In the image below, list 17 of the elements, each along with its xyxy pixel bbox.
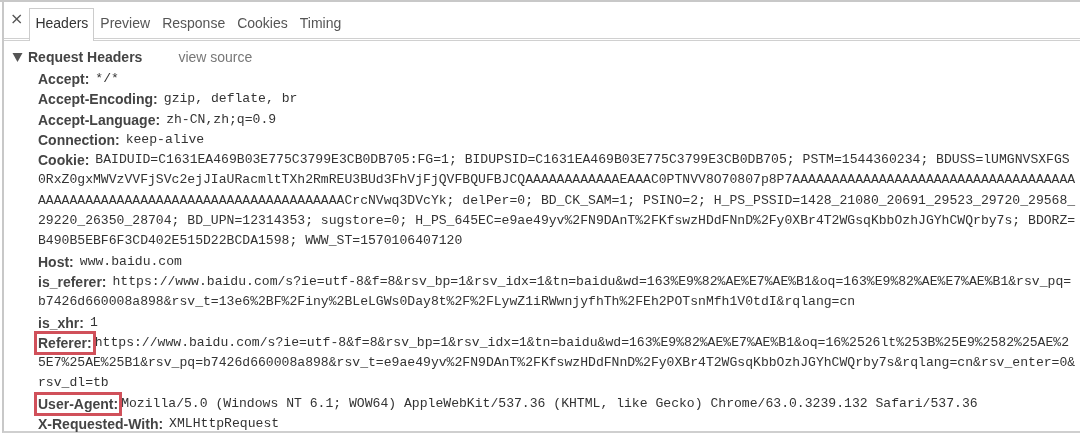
section-title: Request Headers [28, 49, 143, 65]
header-line: X-Requested-With: XMLHttpRequest [38, 415, 281, 435]
tab[interactable]: Timing [293, 8, 348, 38]
header-line: Accept-Language: zh-CN,zh;q=0.9 [38, 110, 278, 130]
view-source-link[interactable]: view source [178, 49, 253, 65]
header-line: Connection: keep-alive [38, 130, 206, 150]
expand-triangle-icon[interactable] [12, 52, 23, 62]
header-line: Accept-Encoding: gzip, deflate, br [38, 90, 299, 110]
close-button[interactable]: × [6, 9, 30, 38]
tab[interactable]: Headers [29, 8, 95, 41]
header-line: is_xhr: 1 [38, 313, 99, 333]
tab[interactable]: Cookies [231, 8, 294, 38]
tab[interactable]: Preview [94, 8, 157, 38]
tab[interactable]: Response [156, 8, 232, 38]
header-line: is_referer: https://www.baidu.com/s?ie=utf-8&f=8&rsv_bp=1&rsv_idx=1&tn=baidu&wd=163%E9%82%AE%E7%AE%B1&oq=163%E9%82%AE%E7%AE%B1&rsv_pq=b7426d660008a898&rsv_t=13e6%2BF%2Finy%2BLeLGWs0Day8t%2F%2FLywZ1iRWwnjyfhTh%2FEh2POTsnMfh1V0tdI&rqlang=cn [38, 272, 1073, 312]
header-line: Accept: */* [38, 70, 120, 89]
header-line: Host: www.baidu.com [38, 252, 183, 272]
